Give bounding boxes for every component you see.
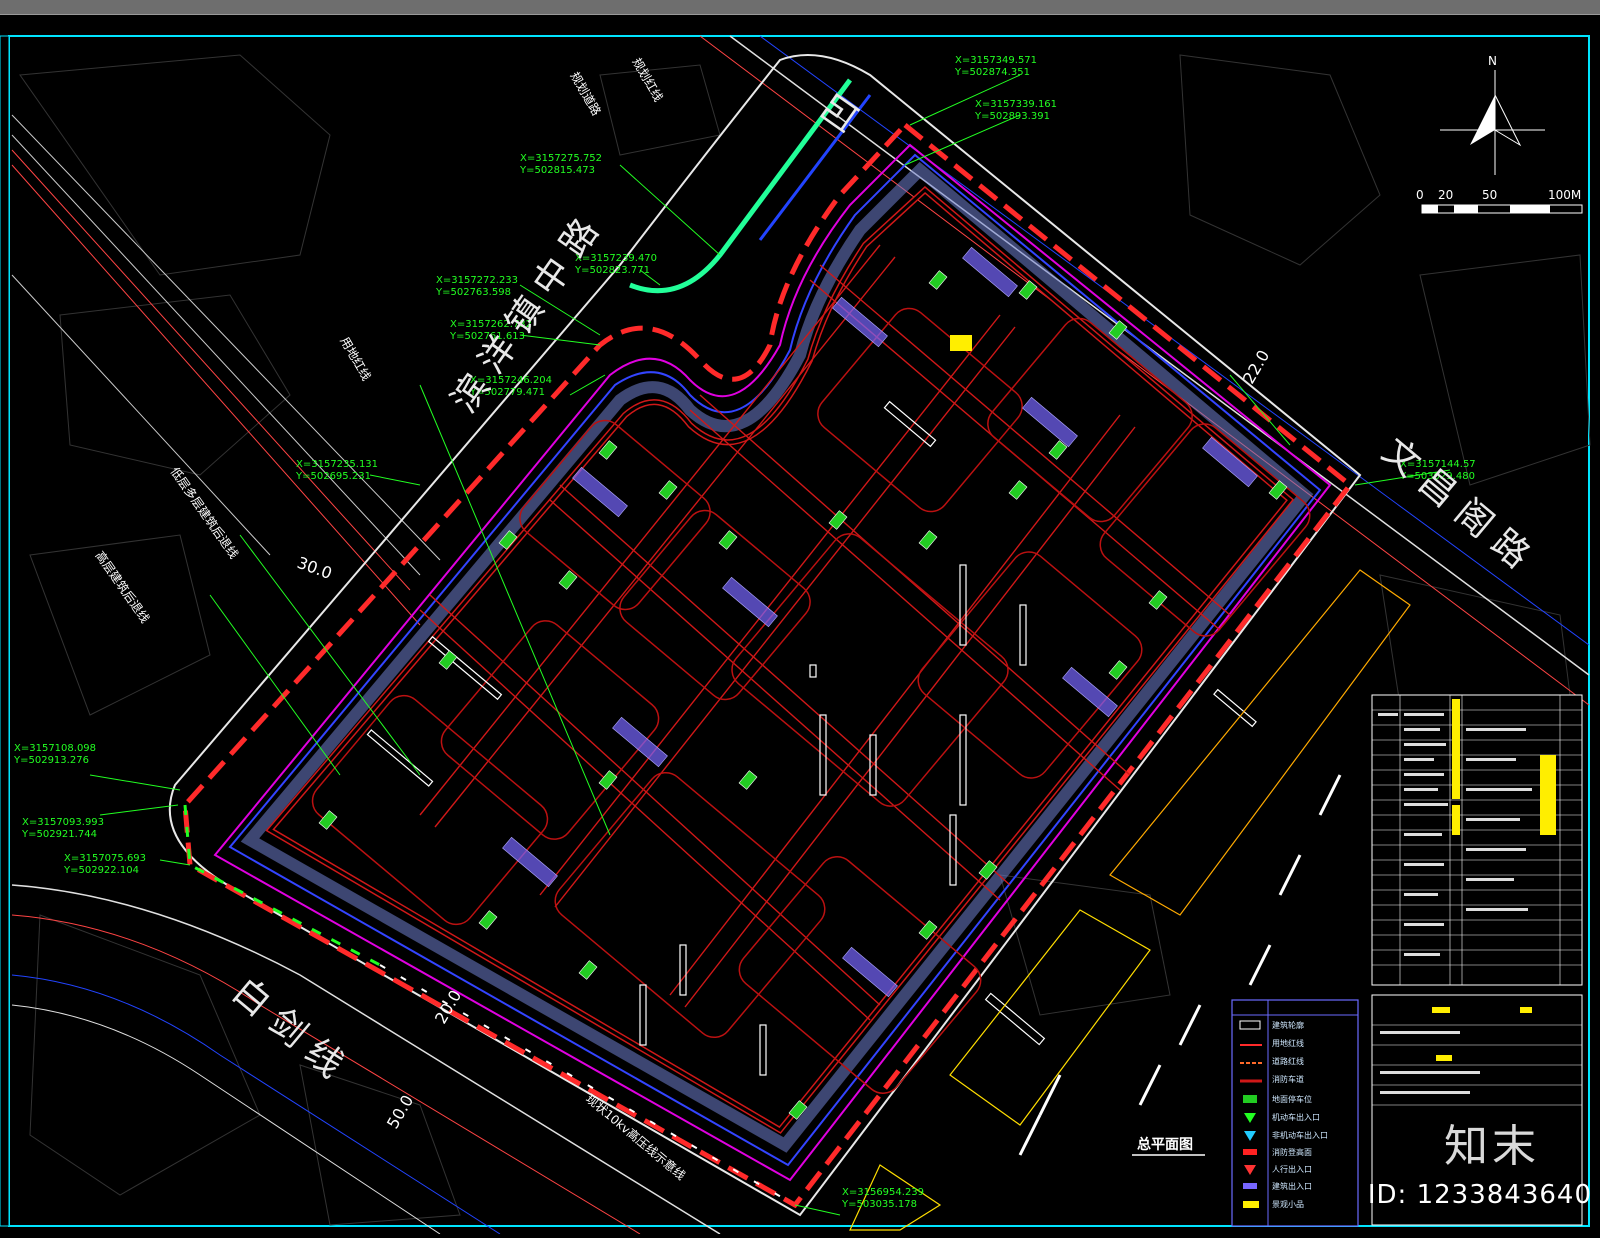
cad-viewport[interactable]: X=3157349.571 Y=502874.351 X=3157339.161… [0, 15, 1600, 1235]
road-width-west: 30.0 [295, 553, 335, 583]
road-width-north: 22.0 [1239, 347, 1273, 387]
building-blocks [311, 307, 1311, 1094]
plan-title: 总平面图 [1137, 1136, 1193, 1153]
coord-3-y: Y=502815.473 [519, 165, 595, 176]
legend-item-8: 消防登高面 [1272, 1147, 1312, 1157]
watermark-id: ID: 1233843640 [1367, 1180, 1592, 1210]
road-name-east: 文 昌 阁 路 [1374, 430, 1537, 576]
planned-red-lines-west [11, 149, 421, 626]
coord-1-y: Y=502874.351 [954, 67, 1030, 78]
title-bar [0, 0, 1600, 15]
south-road [11, 884, 721, 1235]
coord-1-x: X=3157349.571 [955, 55, 1037, 66]
railway-lines [11, 114, 441, 576]
coord-10-x: X=3157093.993 [22, 817, 104, 828]
annotation-planned-line: 规划红线 [629, 55, 666, 104]
coord-8-y: Y=502695.231 [295, 471, 371, 482]
setback-blue [228, 153, 1322, 1167]
coord-11-x: X=3157075.693 [64, 853, 146, 864]
north-letter: N [1488, 54, 1497, 68]
legend: 建筑轮廓 用地红线 道路红线 消防车道 地面停车位 机动车出入口 非机动车出入口… [1231, 999, 1359, 1227]
left-margin-strip [0, 35, 10, 1227]
coord-8-x: X=3157235.131 [296, 459, 378, 470]
annotation-property-line: 用地红线 [337, 334, 374, 383]
legend-item-9: 人行出入口 [1272, 1164, 1312, 1174]
road-name-south: 白 剑 线 [224, 970, 351, 1086]
legend-item-6: 机动车出入口 [1272, 1112, 1320, 1122]
coord-4-y: Y=502823.771 [574, 265, 650, 276]
legend-item-4: 消防车道 [1272, 1074, 1304, 1084]
coord-10-y: Y=502921.744 [21, 829, 97, 840]
yellow-marker [950, 335, 972, 351]
scale-label-20: 20 [1438, 188, 1453, 202]
road-width-south-b: 50.0 [383, 1092, 417, 1132]
site-plan-drawing[interactable]: X=3157349.571 Y=502874.351 X=3157339.161… [0, 15, 1600, 1235]
coord-3-x: X=3157275.752 [520, 153, 602, 164]
annotation-high-setback: 高层建筑后退线 [93, 548, 153, 625]
legend-item-3: 道路红线 [1272, 1056, 1304, 1066]
coord-9-x: X=3157108.098 [14, 743, 96, 754]
boundary-green-dash [183, 804, 381, 967]
legend-item-7: 非机动车出入口 [1272, 1130, 1328, 1140]
legend-item-1: 建筑轮廓 [1272, 1020, 1304, 1030]
watermark-brand: 知末 [1444, 1121, 1540, 1172]
setback-magenta [213, 143, 1332, 1182]
coord-5-x: X=3157272.233 [436, 275, 518, 286]
coord-5-y: Y=502763.598 [435, 287, 511, 298]
east-road [699, 35, 1590, 706]
legend-item-10: 建筑出入口 [1272, 1181, 1312, 1191]
scale-label-50: 50 [1482, 188, 1497, 202]
annotation-planned-road: 规划道路 [567, 69, 604, 118]
north-arrow: N [1440, 54, 1545, 175]
coord-12-y: Y=503035.178 [841, 1199, 917, 1210]
coord-12-x: X=3156954.239 [842, 1187, 924, 1198]
scale-bar: 0 20 50 100M [1416, 188, 1583, 214]
legend-item-2: 用地红线 [1272, 1038, 1304, 1048]
coord-9-y: Y=502913.276 [13, 755, 89, 766]
internal-roads [419, 244, 1231, 1021]
coord-11-y: Y=502922.104 [63, 865, 139, 876]
building-footprints [366, 400, 1257, 1076]
coord-2-x: X=3157339.161 [975, 99, 1057, 110]
scale-label-100m: 100M [1548, 188, 1581, 202]
indicator-table [1371, 694, 1583, 986]
legend-item-11: 景观小品 [1272, 1200, 1304, 1209]
coord-2-y: Y=502893.391 [974, 111, 1050, 122]
scale-label-0: 0 [1416, 188, 1424, 202]
legend-item-5: 地面停车位 [1272, 1094, 1312, 1104]
